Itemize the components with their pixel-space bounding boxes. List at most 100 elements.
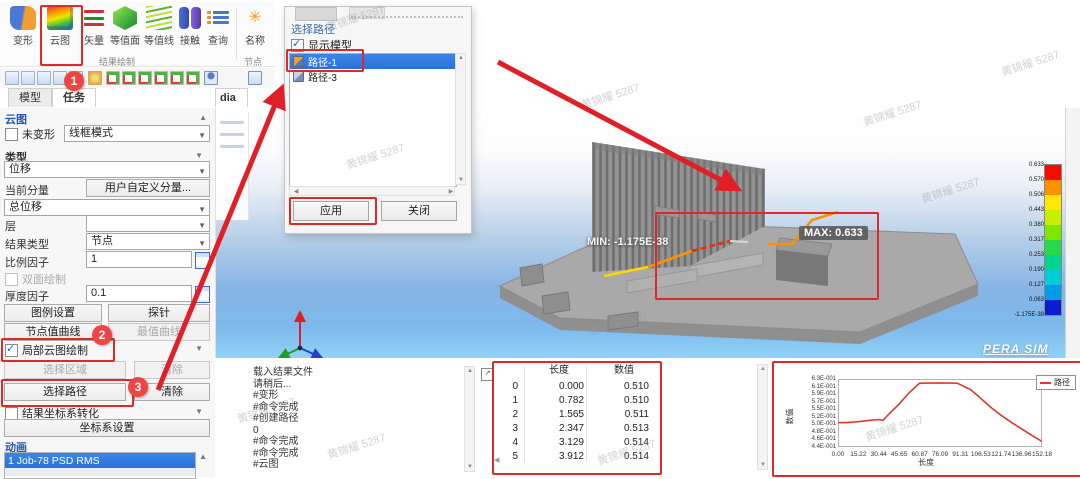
wireframe-mode-select[interactable]: 线框模式 ▼ [64, 125, 210, 142]
apply-button[interactable]: 应用 [293, 201, 369, 221]
local-contour-row[interactable]: 局部云图绘制 [5, 342, 88, 358]
pera-sim-logo: PERA SIM [983, 342, 1049, 356]
scroll-down-icon[interactable]: ▼ [465, 464, 475, 470]
legend-value-label: 0.063 [998, 297, 1044, 303]
select-path-button[interactable]: 选择路径 [4, 383, 126, 401]
thickness-factor-input[interactable]: 0.1 [86, 285, 192, 302]
expander-icon[interactable]: ▼ [195, 344, 203, 353]
table-row[interactable]: 32.3470.513 [494, 422, 656, 436]
ribbon-button-name[interactable]: 名称 [240, 6, 270, 54]
path-list[interactable]: 路径-1 路径-3 [289, 53, 457, 187]
result-kind-select[interactable]: 节点 ▼ [86, 233, 210, 250]
path-data-table[interactable]: 长度 数值 00.0000.51010.7820.51021.5650.5113… [494, 362, 656, 470]
legend-color-bar [1044, 164, 1062, 316]
path-list-item[interactable]: 路径-3 [290, 69, 456, 84]
scale-factor-input[interactable]: 1 [86, 251, 192, 268]
calculator-icon[interactable] [195, 252, 210, 269]
component-select[interactable]: 总位移 ▼ [4, 199, 210, 216]
log-line: #命令完成 [253, 402, 313, 414]
view-orientation-icon[interactable] [122, 71, 136, 85]
ribbon-button-vector[interactable]: 矢量 [80, 6, 108, 54]
view-orientation-icon[interactable] [106, 71, 120, 85]
log-scrollbar[interactable]: ▲ ▼ [464, 366, 475, 472]
checkbox-icon[interactable] [5, 407, 18, 420]
expander-icon[interactable]: ▼ [195, 151, 203, 160]
tab-document[interactable]: dia [215, 88, 248, 107]
table-row[interactable]: 21.5650.511 [494, 408, 656, 422]
result-type-value: 位移 [9, 163, 31, 175]
scroll-up-icon[interactable]: ▲ [758, 366, 768, 372]
scroll-left-icon[interactable]: ◀ [291, 188, 301, 195]
layer-select[interactable]: ▼ [86, 215, 210, 232]
path-chart[interactable]: 数值 6.3E-0016.1E-0015.9E-0015.7E-0015.5E-… [776, 365, 1078, 469]
view-orientation-icon[interactable] [154, 71, 168, 85]
file-icon[interactable] [21, 71, 35, 85]
path-list-item-selected[interactable]: 路径-1 [290, 54, 456, 69]
user-defined-component-button[interactable]: 用户自定义分量... [86, 179, 210, 197]
popout-icon[interactable]: ↗ [481, 368, 494, 381]
dialog-hscrollbar[interactable]: ◀ ▶ [289, 186, 455, 196]
log-panel[interactable]: 载入结果文件请稍后...#变形#命令完成#创建路径0#命令完成#命令完成#云图 [248, 358, 492, 477]
chart-line-svg [776, 365, 1078, 469]
log-line: #创建路径 [253, 413, 313, 425]
checkbox-checked-icon[interactable] [5, 344, 18, 357]
scroll-up-icon[interactable]: ▲ [456, 55, 466, 61]
animation-list-item-partial[interactable] [5, 468, 195, 476]
dialog-tab-stub[interactable] [295, 7, 337, 21]
view-orientation-icon[interactable] [138, 71, 152, 85]
scroll-down-icon[interactable]: ▼ [456, 177, 466, 183]
scroll-left-icon[interactable]: ◀ [494, 456, 499, 464]
collapse-icon[interactable]: ▲ [199, 113, 207, 122]
chart-scrollbar[interactable]: ▲ ▼ [757, 364, 768, 470]
legend-color-segment [1045, 165, 1061, 180]
toolbar-icon[interactable] [248, 71, 262, 85]
ribbon-button-query[interactable]: 查询 [204, 6, 232, 54]
animation-list-item[interactable]: 1 Job-78 PSD RMS [5, 453, 195, 468]
table-cell-length: 0.782 [534, 394, 584, 408]
table-row[interactable]: 43.1290.514 [494, 436, 656, 450]
calculator-icon[interactable] [195, 286, 210, 303]
legend-value-label: 0.190 [998, 267, 1044, 273]
dialog-vscrollbar[interactable]: ▲ ▼ [455, 53, 466, 185]
table-row[interactable]: 10.7820.510 [494, 394, 656, 408]
show-model-row[interactable]: 显示模型 [291, 37, 352, 53]
model-tree-panel[interactable] [216, 112, 249, 220]
ribbon-button-isoline[interactable]: 等值线 [142, 6, 176, 54]
view-orientation-icon[interactable] [186, 71, 200, 85]
coord-settings-button[interactable]: 坐标系设置 [4, 419, 210, 437]
ribbon-button-isosurface[interactable]: 等值面 [108, 6, 142, 54]
tab-model[interactable]: 模型 [8, 88, 52, 107]
ribbon-button-label: 接触 [176, 32, 204, 47]
close-button[interactable]: 关闭 [381, 201, 457, 221]
legend-value-label: 0.317 [998, 237, 1044, 243]
scroll-up-icon[interactable]: ▲ [465, 368, 475, 374]
axis-triad-icon [278, 310, 324, 358]
ribbon-button-contour[interactable]: 云图 [42, 6, 78, 54]
result-type-select[interactable]: 位移 ▼ [4, 161, 210, 178]
legend-settings-button[interactable]: 图例设置 [4, 304, 102, 322]
view-orientation-icon[interactable] [170, 71, 184, 85]
probe-button[interactable]: 探针 [108, 304, 210, 322]
undeformed-checkbox-row[interactable]: 未变形 [5, 126, 55, 142]
table-row[interactable]: 53.9120.514 [494, 450, 656, 464]
expander-icon[interactable]: ▼ [195, 407, 203, 416]
select-path-dialog[interactable]: 选择路径 显示模型 路径-1 路径-3 ▲ ▼ ◀ ▶ 应用 关闭 [284, 6, 472, 234]
legend-value-label: 0.253 [998, 252, 1044, 258]
user-icon[interactable] [204, 71, 218, 85]
checkbox-icon[interactable] [5, 128, 18, 141]
legend-value-label: 0.633 [998, 162, 1044, 168]
folder-icon[interactable] [37, 71, 51, 85]
file-icon[interactable] [5, 71, 19, 85]
ribbon-button-contact[interactable]: 接触 [176, 6, 204, 54]
settings-icon[interactable] [88, 71, 102, 85]
scroll-down-icon[interactable]: ▼ [758, 462, 768, 468]
ribbon-button-deform[interactable]: 变形 [6, 6, 40, 54]
double-sided-row: 双面绘制 [5, 271, 66, 287]
checkbox-checked-icon[interactable] [291, 39, 304, 52]
animation-list[interactable]: 1 Job-78 PSD RMS [4, 452, 196, 479]
node-value-curve-button[interactable]: 节点值曲线 [4, 323, 102, 341]
scroll-right-icon[interactable]: ▶ [446, 188, 456, 195]
collapse-icon[interactable]: ▲ [199, 452, 207, 461]
table-row[interactable]: 00.0000.510 [494, 380, 656, 394]
result-kind-value: 节点 [91, 235, 113, 247]
